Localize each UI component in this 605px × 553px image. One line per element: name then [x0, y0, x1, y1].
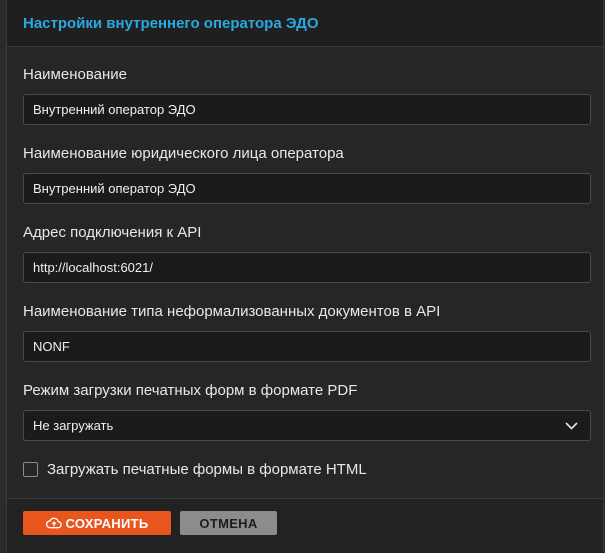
settings-dialog: Настройки внутреннего оператора ЭДО Наим… [6, 0, 604, 553]
name-input-value: Внутренний оператор ЭДО [33, 102, 196, 117]
api-address-input[interactable]: http://localhost:6021/ [23, 252, 591, 283]
legal-name-input[interactable]: Внутренний оператор ЭДО [23, 173, 591, 204]
save-button[interactable]: СОХРАНИТЬ [23, 511, 171, 535]
html-forms-checkbox-row[interactable]: Загружать печатные формы в формате HTML [23, 461, 367, 478]
html-forms-checkbox-label: Загружать печатные формы в формате HTML [47, 461, 367, 478]
dialog-header: Настройки внутреннего оператора ЭДО [7, 0, 603, 47]
api-address-label: Адрес подключения к API [23, 224, 202, 241]
doc-type-name-label: Наименование типа неформализованных доку… [23, 303, 441, 320]
cancel-button[interactable]: ОТМЕНА [180, 511, 277, 535]
legal-name-label: Наименование юридического лица оператора [23, 145, 344, 162]
legal-name-input-value: Внутренний оператор ЭДО [33, 181, 196, 196]
doc-type-name-input[interactable]: NONF [23, 331, 591, 362]
api-address-input-value: http://localhost:6021/ [33, 260, 153, 275]
doc-type-name-input-value: NONF [33, 339, 70, 354]
pdf-mode-label: Режим загрузки печатных форм в формате P… [23, 382, 358, 399]
pdf-mode-select[interactable]: Не загружать [23, 410, 591, 441]
name-label: Наименование [23, 66, 127, 83]
name-input[interactable]: Внутренний оператор ЭДО [23, 94, 591, 125]
cloud-upload-icon [45, 516, 62, 530]
html-forms-checkbox[interactable] [23, 462, 38, 477]
chevron-down-icon [564, 419, 578, 433]
save-button-label: СОХРАНИТЬ [65, 515, 149, 531]
dialog-title: Настройки внутреннего оператора ЭДО [23, 14, 319, 32]
pdf-mode-select-value: Не загружать [33, 418, 114, 433]
dialog-footer: СОХРАНИТЬ ОТМЕНА [7, 498, 603, 553]
cancel-button-label: ОТМЕНА [199, 515, 258, 531]
